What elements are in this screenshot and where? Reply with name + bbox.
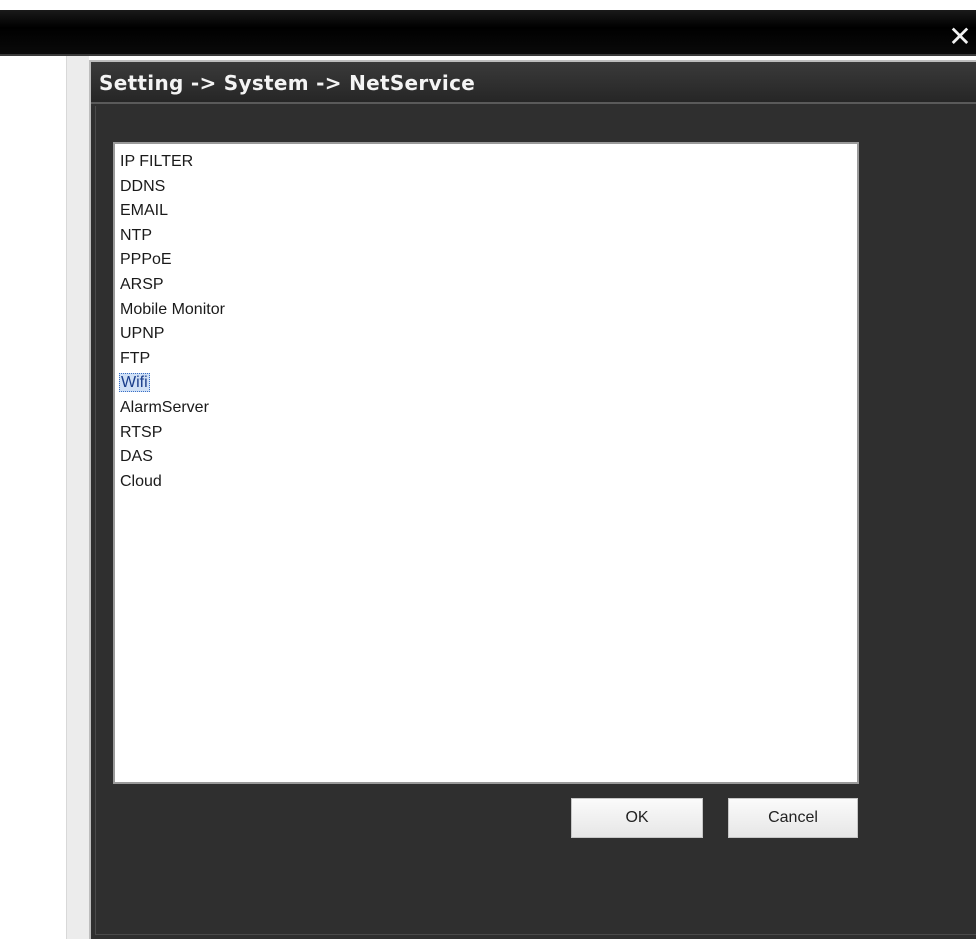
list-item-label: Cloud xyxy=(120,472,162,490)
list-item-mobile-monitor[interactable]: Mobile Monitor xyxy=(119,298,857,323)
window-titlebar: ✕ xyxy=(0,10,976,56)
list-item-email[interactable]: EMAIL xyxy=(119,199,857,224)
list-item-ip-filter[interactable]: IP FILTER xyxy=(119,150,857,175)
close-icon[interactable]: ✕ xyxy=(946,22,974,56)
list-item-cloud[interactable]: Cloud xyxy=(119,470,857,495)
list-item-label: AlarmServer xyxy=(120,398,209,416)
list-item-das[interactable]: DAS xyxy=(119,445,857,470)
netservice-dialog: Setting -> System -> NetService IP FILTE… xyxy=(89,60,976,939)
dialog-title: Setting -> System -> NetService xyxy=(99,71,476,95)
list-item-pppoe[interactable]: PPPoE xyxy=(119,248,857,273)
list-item-rtsp[interactable]: RTSP xyxy=(119,421,857,446)
netservice-list[interactable]: IP FILTER DDNS EMAIL NTP PPPoE ARSP Mobile Mon… xyxy=(113,142,859,784)
service-list: IP FILTER DDNS EMAIL NTP PPPoE ARSP Mobile Mon… xyxy=(115,144,857,494)
list-item-label: ARSP xyxy=(120,275,164,293)
list-item-ntp[interactable]: NTP xyxy=(119,224,857,249)
ok-button[interactable]: OK xyxy=(571,798,703,838)
dialog-header: Setting -> System -> NetService xyxy=(91,62,976,104)
screen: ✕ Setting -> System -> NetService IP FIL… xyxy=(0,0,976,939)
list-item-ftp[interactable]: FTP xyxy=(119,347,857,372)
list-item-label: NTP xyxy=(120,226,152,244)
list-item-label: Wifi xyxy=(119,373,150,393)
list-item-label: Mobile Monitor xyxy=(120,300,225,318)
list-item-ddns[interactable]: DDNS xyxy=(119,175,857,200)
list-item-wifi[interactable]: Wifi xyxy=(119,371,857,396)
list-item-label: PPPoE xyxy=(120,251,172,269)
list-item-arsp[interactable]: ARSP xyxy=(119,273,857,298)
list-item-label: EMAIL xyxy=(120,202,169,220)
list-item-label: DDNS xyxy=(120,177,166,195)
list-item-alarmserver[interactable]: AlarmServer xyxy=(119,396,857,421)
list-item-label: FTP xyxy=(120,349,151,367)
list-item-label: RTSP xyxy=(120,423,163,441)
left-panel xyxy=(0,56,67,939)
list-item-label: UPNP xyxy=(120,325,165,343)
top-strip xyxy=(0,0,976,10)
list-item-upnp[interactable]: UPNP xyxy=(119,322,857,347)
list-item-label: IP FILTER xyxy=(120,153,194,170)
cancel-button[interactable]: Cancel xyxy=(728,798,858,838)
left-gutter xyxy=(67,56,89,939)
list-item-label: DAS xyxy=(120,448,153,466)
